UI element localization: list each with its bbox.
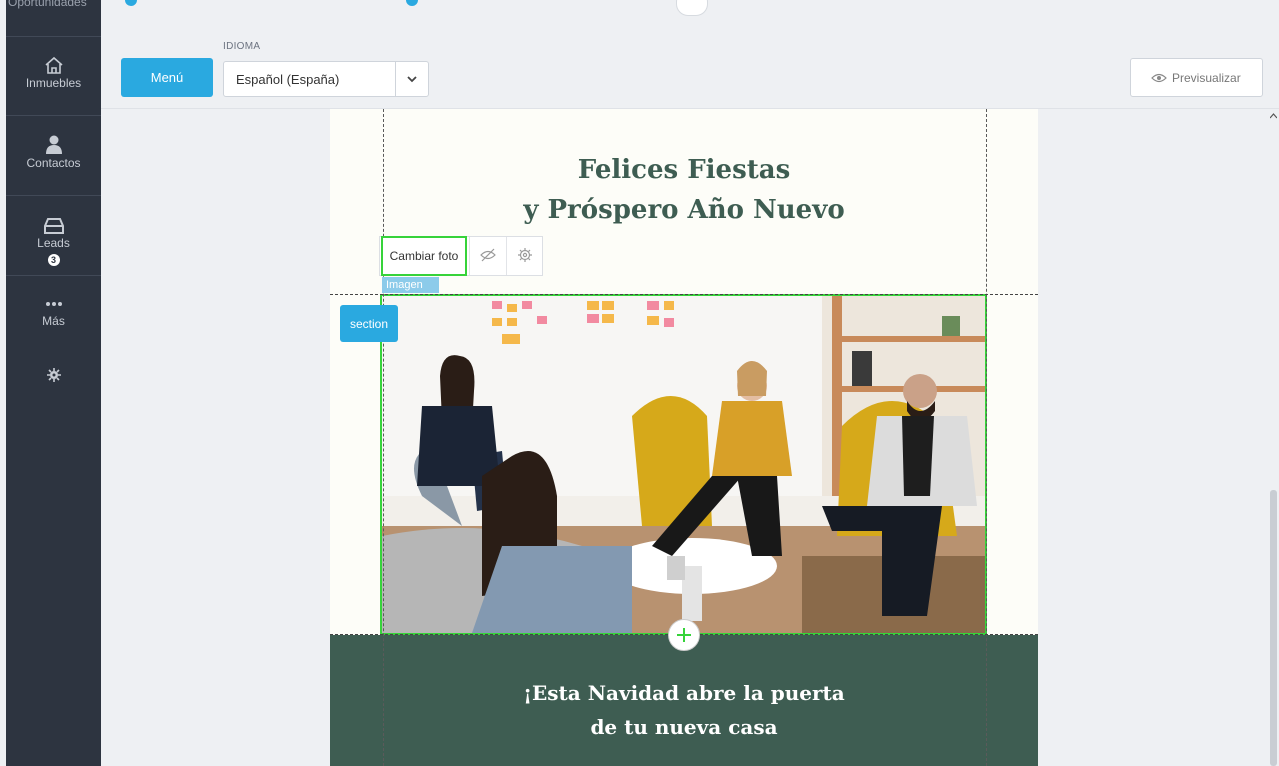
sidebar-item-mas[interactable]: Más	[6, 276, 101, 346]
sidebar-item-oportunidades[interactable]: Oportunidades	[6, 0, 101, 37]
sidebar-item-label: Más	[42, 314, 65, 328]
language-select[interactable]: Español (España)	[223, 61, 429, 97]
email-image[interactable]	[380, 294, 987, 635]
sidebar-item-label: Inmuebles	[25, 76, 82, 90]
plus-icon	[677, 628, 691, 642]
step-indicator-icon	[676, 0, 708, 16]
home-icon	[44, 56, 63, 74]
language-label: IDIOMA	[223, 41, 261, 52]
eye-icon	[1151, 73, 1167, 83]
team-meeting-photo	[382, 296, 985, 633]
sidebar-item-label: Leads	[37, 236, 70, 250]
gear-icon	[46, 368, 61, 382]
block-type-label: Imagen	[382, 277, 439, 293]
sidebar-item-label: Oportunidades	[8, 0, 87, 9]
section-button[interactable]: section	[340, 305, 398, 342]
email-subtitle-line: ¡Esta Navidad abre la puerta	[523, 681, 845, 705]
step-indicator-icon	[406, 0, 418, 6]
email-image-margin	[987, 296, 1038, 635]
more-dots-icon	[45, 302, 62, 306]
change-photo-button[interactable]: Cambiar foto	[381, 236, 467, 276]
email-title[interactable]: Felices Fiestas y Próspero Año Nuevo	[380, 150, 988, 230]
guide-line	[330, 294, 1038, 295]
gear-icon	[517, 247, 532, 262]
menu-button[interactable]: Menú	[121, 58, 213, 97]
sidebar-item-contactos[interactable]: Contactos	[6, 116, 101, 196]
chevron-down-icon	[395, 62, 428, 96]
email-title-line: Felices Fiestas	[577, 155, 791, 185]
leads-count-badge: 3	[47, 254, 60, 266]
guide-line	[383, 109, 384, 766]
language-select-value: Español (España)	[236, 72, 340, 87]
user-icon	[45, 135, 62, 154]
image-settings-button[interactable]	[506, 237, 542, 275]
sidebar: Oportunidades Inmuebles Contactos Leads …	[6, 0, 101, 766]
eye-slash-icon	[479, 248, 496, 261]
preview-label: Previsualizar	[1172, 71, 1241, 85]
step-indicator-icon	[125, 0, 137, 6]
sidebar-item-inmuebles[interactable]: Inmuebles	[6, 37, 101, 116]
email-subtitle[interactable]: ¡Esta Navidad abre la puerta de tu nueva…	[380, 676, 988, 744]
top-steps-bar	[101, 0, 1279, 31]
email-subtitle-line: de tu nueva casa	[590, 715, 778, 739]
email-title-line: y Próspero Año Nuevo	[523, 195, 845, 225]
preview-button[interactable]: Previsualizar	[1130, 58, 1263, 97]
sidebar-item-label: Contactos	[26, 156, 81, 170]
scroll-up-icon	[1270, 113, 1277, 119]
hide-image-button[interactable]	[469, 237, 505, 275]
scrollbar-thumb[interactable]	[1270, 490, 1277, 766]
guide-line	[986, 109, 987, 766]
inbox-icon	[43, 218, 64, 234]
email-image-margin	[330, 296, 380, 635]
sidebar-item-leads[interactable]: Leads 3	[6, 196, 101, 276]
sidebar-item-settings[interactable]	[6, 360, 101, 390]
add-block-button[interactable]	[668, 619, 700, 651]
